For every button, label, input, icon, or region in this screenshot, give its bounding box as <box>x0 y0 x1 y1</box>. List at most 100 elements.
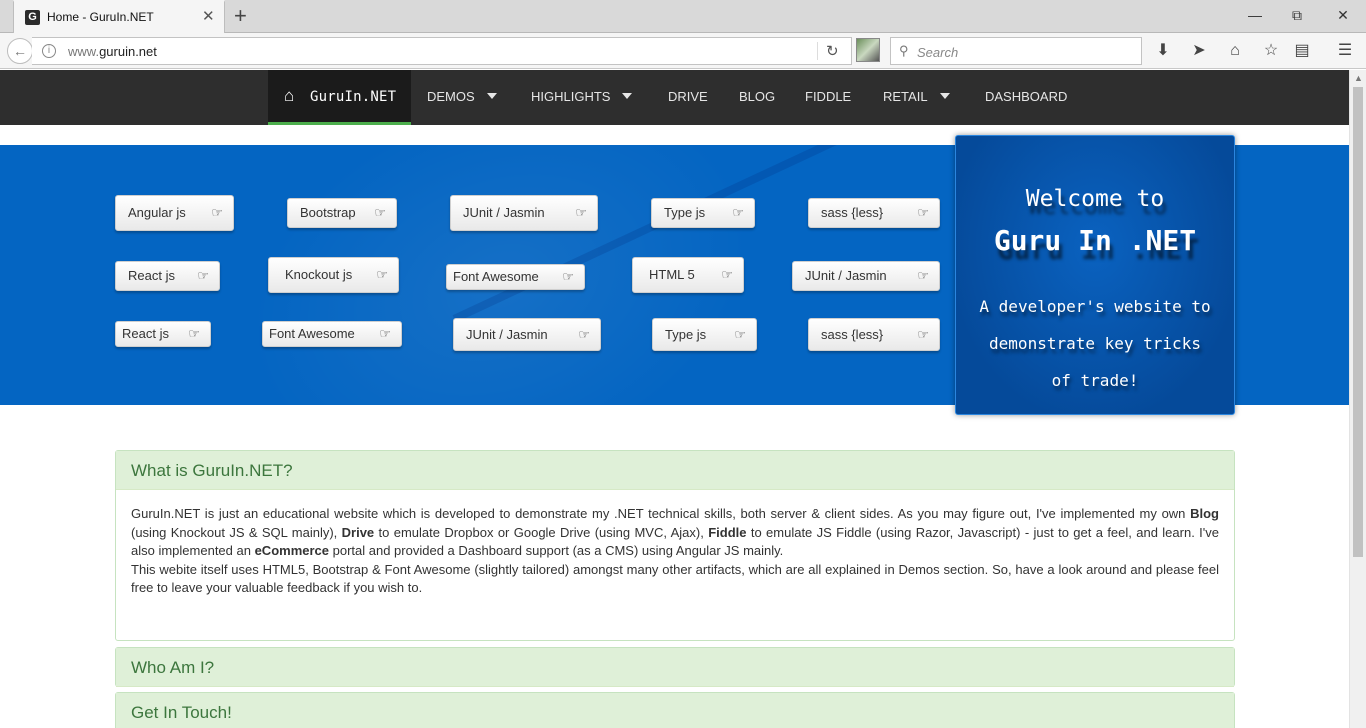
site-navbar: ⌂ GuruIn.NET DEMOS HIGHLIGHTS DRIVE BLOG… <box>0 70 1349 125</box>
nav-demos[interactable]: DEMOS <box>427 89 497 104</box>
hand-pointer-icon: ☞ <box>379 326 391 341</box>
nav-retail[interactable]: RETAIL <box>883 89 950 104</box>
hand-pointer-icon: ☞ <box>917 327 929 342</box>
hand-pointer-icon: ☞ <box>917 268 929 283</box>
tag-label: Font Awesome <box>453 269 539 284</box>
home-icon[interactable]: ⌂ <box>1224 40 1246 62</box>
hand-pointer-icon: ☞ <box>211 205 223 220</box>
bookmark-star-icon[interactable]: ☆ <box>1260 40 1282 62</box>
intro-paragraph: GuruIn.NET is just an educational websit… <box>131 505 1219 561</box>
reading-list-icon[interactable]: ▤ <box>1291 40 1313 62</box>
nav-label: HIGHLIGHTS <box>531 89 611 104</box>
hand-pointer-icon: ☞ <box>197 268 209 283</box>
reload-icon[interactable]: ↻ <box>826 42 839 60</box>
close-window-icon[interactable]: ✕ <box>1328 4 1358 26</box>
tech-tag[interactable]: JUnit / Jasmin ☞ <box>453 318 601 351</box>
tech-tag[interactable]: Bootstrap ☞ <box>287 198 397 228</box>
tech-tag[interactable]: Type js ☞ <box>651 198 755 228</box>
panel-what-is: What is GuruIn.NET? GuruIn.NET is just a… <box>115 450 1235 641</box>
tab-title: Home - GuruIn.NET <box>47 10 154 24</box>
scroll-up-icon[interactable]: ▲ <box>1354 73 1363 83</box>
tag-label: Bootstrap <box>300 205 356 220</box>
addon-image-icon[interactable] <box>856 38 880 62</box>
panel-heading[interactable]: Get In Touch! <box>116 693 1234 728</box>
nav-drive[interactable]: DRIVE <box>668 89 708 104</box>
scrollbar-thumb[interactable] <box>1353 87 1363 557</box>
minimize-icon[interactable]: — <box>1240 4 1270 26</box>
tech-tag[interactable]: Knockout js ☞ <box>268 257 399 293</box>
text-run: (using Knockout JS & SQL mainly), <box>131 524 342 540</box>
panel-who-am-i[interactable]: Who Am I? <box>115 647 1235 687</box>
hand-pointer-icon: ☞ <box>734 327 746 342</box>
tech-tag[interactable]: Font Awesome ☞ <box>262 321 402 347</box>
divider <box>817 42 818 60</box>
back-arrow-icon: ← <box>13 43 27 59</box>
tag-label: Angular js <box>128 205 186 220</box>
tag-label: React js <box>122 326 169 341</box>
tech-tag[interactable]: sass {less} ☞ <box>808 198 940 228</box>
caret-down-icon <box>486 92 497 99</box>
tag-label: Knockout js <box>285 267 353 282</box>
web-page: ⌂ GuruIn.NET DEMOS HIGHLIGHTS DRIVE BLOG… <box>0 70 1349 728</box>
tech-tag[interactable]: sass {less} ☞ <box>808 318 940 351</box>
panel-body: GuruIn.NET is just an educational websit… <box>116 490 1234 613</box>
hand-pointer-icon: ☞ <box>575 205 587 220</box>
restore-icon[interactable]: ⧉ <box>1282 4 1312 26</box>
tag-label: Type js <box>664 205 706 220</box>
welcome-tagline: A developer's website to demonstrate key… <box>979 297 1211 390</box>
hand-pointer-icon: ☞ <box>917 205 929 220</box>
panel-get-in-touch[interactable]: Get In Touch! <box>115 692 1235 728</box>
caret-down-icon <box>622 92 633 99</box>
tech-tag[interactable]: JUnit / Jasmin ☞ <box>792 261 940 291</box>
second-paragraph: This webite itself uses HTML5, Bootstrap… <box>131 561 1219 596</box>
brand-link[interactable]: ⌂ GuruIn.NET <box>268 70 411 125</box>
tag-label: Font Awesome <box>269 326 355 341</box>
url-text: www.guruin.net <box>68 44 157 59</box>
tag-label: React js <box>128 268 175 283</box>
brand-label: GuruIn.NET <box>310 89 397 105</box>
tech-tag[interactable]: Font Awesome ☞ <box>446 264 585 290</box>
nav-label: DEMOS <box>427 89 475 104</box>
tag-label: Type js <box>665 327 707 342</box>
tech-tag[interactable]: Type js ☞ <box>652 318 757 351</box>
close-tab-icon[interactable]: ✕ <box>202 8 215 26</box>
url-domain: guruin.net <box>99 44 157 59</box>
welcome-heading: Welcome to <box>1025 186 1165 212</box>
nav-label: RETAIL <box>883 89 928 104</box>
hand-pointer-icon: ☞ <box>374 205 386 220</box>
nav-blog[interactable]: BLOG <box>739 89 775 104</box>
blog-term: Blog <box>1190 506 1219 521</box>
back-button[interactable]: ← <box>7 38 33 64</box>
hand-pointer-icon: ☞ <box>578 327 590 342</box>
panel-heading[interactable]: What is GuruIn.NET? <box>116 451 1234 490</box>
panel-heading[interactable]: Who Am I? <box>116 648 1234 687</box>
tag-label: JUnit / Jasmin <box>463 205 545 220</box>
tech-tag[interactable]: JUnit / Jasmin ☞ <box>450 195 598 231</box>
browser-toolbar: ← i www.guruin.net ↻ ⚲ Search ⬇ ➤ ⌂ ☆ ▤ … <box>0 33 1366 69</box>
nav-fiddle[interactable]: FIDDLE <box>805 89 851 104</box>
tag-label: sass {less} <box>821 205 884 220</box>
new-tab-button[interactable]: + <box>234 4 247 28</box>
tech-tag[interactable]: React js ☞ <box>115 321 211 347</box>
nav-highlights[interactable]: HIGHLIGHTS <box>531 89 633 104</box>
ecommerce-term: eCommerce <box>254 543 330 558</box>
menu-hamburger-icon[interactable]: ☰ <box>1334 40 1356 62</box>
tech-tag[interactable]: Angular js ☞ <box>115 195 234 231</box>
site-favicon-icon: G <box>25 10 40 25</box>
search-placeholder: Search <box>917 45 959 60</box>
tech-tag[interactable]: React js ☞ <box>115 261 220 291</box>
nav-dashboard[interactable]: DASHBOARD <box>985 89 1067 104</box>
drive-term: Drive <box>341 524 375 540</box>
browser-tab-strip: G Home - GuruIn.NET ✕ + — ⧉ ✕ <box>0 0 1366 33</box>
text-run: portal and provided a Dashboard support … <box>329 543 784 558</box>
search-input[interactable]: ⚲ Search <box>890 37 1142 65</box>
send-icon[interactable]: ➤ <box>1188 40 1210 62</box>
hand-pointer-icon: ☞ <box>721 267 733 282</box>
download-icon[interactable]: ⬇ <box>1152 40 1174 62</box>
address-bar[interactable]: i www.guruin.net ↻ <box>32 37 852 65</box>
tech-tag[interactable]: HTML 5 ☞ <box>632 257 744 293</box>
browser-tab[interactable]: G Home - GuruIn.NET ✕ <box>13 0 225 33</box>
welcome-site-name: Guru In .NET <box>993 224 1197 257</box>
info-icon[interactable]: i <box>42 44 56 58</box>
page-scrollbar[interactable]: ▲ <box>1349 70 1366 728</box>
